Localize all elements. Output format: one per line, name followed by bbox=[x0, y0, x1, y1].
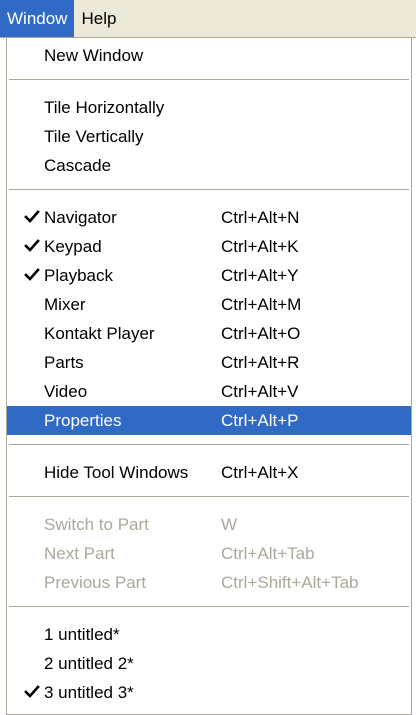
menu-item-shortcut: Ctrl+Shift+Alt+Tab bbox=[221, 572, 359, 592]
menu-item-label: Parts bbox=[44, 352, 84, 372]
menu-item-video[interactable]: Video Ctrl+Alt+V bbox=[7, 377, 411, 406]
menu-separator bbox=[9, 444, 409, 448]
menu-item-label: 2 untitled 2* bbox=[44, 653, 134, 673]
menu-item-shortcut: W bbox=[221, 514, 238, 534]
menu-separator bbox=[9, 79, 409, 83]
menu-item-label: Kontakt Player bbox=[44, 323, 155, 343]
menu-item-label: Tile Vertically bbox=[44, 126, 144, 146]
menu-bar: Window Help bbox=[0, 0, 416, 38]
menu-item-cascade[interactable]: Cascade bbox=[7, 151, 411, 180]
menubar-window[interactable]: Window bbox=[0, 0, 75, 37]
menu-item-kontakt-player[interactable]: Kontakt Player Ctrl+Alt+O bbox=[7, 319, 411, 348]
menu-item-label: Navigator bbox=[44, 207, 117, 227]
menu-item-shortcut: Ctrl+Alt+K bbox=[221, 236, 299, 256]
menu-item-navigator[interactable]: Navigator Ctrl+Alt+N bbox=[7, 203, 411, 232]
menu-item-2-untitled-2[interactable]: 2 untitled 2* bbox=[7, 649, 411, 678]
menu-item-tile-horizontally[interactable]: Tile Horizontally bbox=[7, 93, 411, 122]
menu-item-shortcut: Ctrl+Alt+Y bbox=[221, 265, 299, 285]
menu-item-label: Previous Part bbox=[44, 572, 147, 592]
menu-item-switch-to-part: Switch to Part W bbox=[7, 510, 411, 539]
menu-item-shortcut: Ctrl+Alt+V bbox=[221, 381, 299, 401]
menu-item-label: Hide Tool Windows bbox=[44, 462, 189, 482]
menu-item-shortcut: Ctrl+Alt+P bbox=[221, 410, 299, 430]
menu-separator bbox=[9, 606, 409, 610]
window-menu-dropdown: New Window Tile Horizontally Tile Vertical… bbox=[6, 38, 412, 715]
menu-item-3-untitled-3[interactable]: 3 untitled 3* bbox=[7, 678, 411, 707]
menu-item-properties[interactable]: Properties Ctrl+Alt+P bbox=[7, 406, 411, 435]
menu-item-label: 1 untitled* bbox=[44, 624, 120, 644]
menu-item-shortcut: Ctrl+Alt+N bbox=[221, 207, 300, 227]
menu-item-parts[interactable]: Parts Ctrl+Alt+R bbox=[7, 348, 411, 377]
menu-item-playback[interactable]: Playback Ctrl+Alt+Y bbox=[7, 261, 411, 290]
menu-item-label: New Window bbox=[44, 45, 144, 65]
menu-item-label: Keypad bbox=[44, 236, 102, 256]
menu-item-tile-vertically[interactable]: Tile Vertically bbox=[7, 122, 411, 151]
menu-item-mixer[interactable]: Mixer Ctrl+Alt+M bbox=[7, 290, 411, 319]
menu-item-label: 3 untitled 3* bbox=[44, 682, 134, 702]
menu-item-next-part: Next Part Ctrl+Alt+Tab bbox=[7, 539, 411, 568]
menu-item-label: Playback bbox=[44, 265, 113, 285]
menu-item-new-window[interactable]: New Window bbox=[7, 41, 411, 70]
menu-item-label: Switch to Part bbox=[44, 514, 149, 534]
menu-item-label: Properties bbox=[44, 410, 122, 430]
menu-item-label: Video bbox=[44, 381, 88, 401]
check-mark-icon bbox=[23, 237, 41, 255]
menu-separator bbox=[9, 189, 409, 193]
menu-item-shortcut: Ctrl+Alt+M bbox=[221, 294, 302, 314]
menu-item-shortcut: Ctrl+Alt+X bbox=[221, 462, 299, 482]
menu-item-label: Mixer bbox=[44, 294, 86, 314]
menu-item-shortcut: Ctrl+Alt+O bbox=[221, 323, 301, 343]
menu-item-hide-tool-windows[interactable]: Hide Tool Windows Ctrl+Alt+X bbox=[7, 458, 411, 487]
menu-item-shortcut: Ctrl+Alt+Tab bbox=[221, 543, 315, 563]
menu-item-label: Tile Horizontally bbox=[44, 97, 165, 117]
menu-item-label: Cascade bbox=[44, 155, 112, 175]
menu-item-1-untitled[interactable]: 1 untitled* bbox=[7, 620, 411, 649]
check-mark-icon bbox=[23, 683, 41, 701]
check-mark-icon bbox=[23, 208, 41, 226]
menu-item-shortcut: Ctrl+Alt+R bbox=[221, 352, 300, 372]
menu-item-keypad[interactable]: Keypad Ctrl+Alt+K bbox=[7, 232, 411, 261]
menu-separator bbox=[9, 496, 409, 500]
menu-item-label: Next Part bbox=[44, 543, 115, 563]
menubar-help[interactable]: Help bbox=[74, 0, 123, 37]
menu-item-previous-part: Previous Part Ctrl+Shift+Alt+Tab bbox=[7, 568, 411, 597]
check-mark-icon bbox=[23, 266, 41, 284]
